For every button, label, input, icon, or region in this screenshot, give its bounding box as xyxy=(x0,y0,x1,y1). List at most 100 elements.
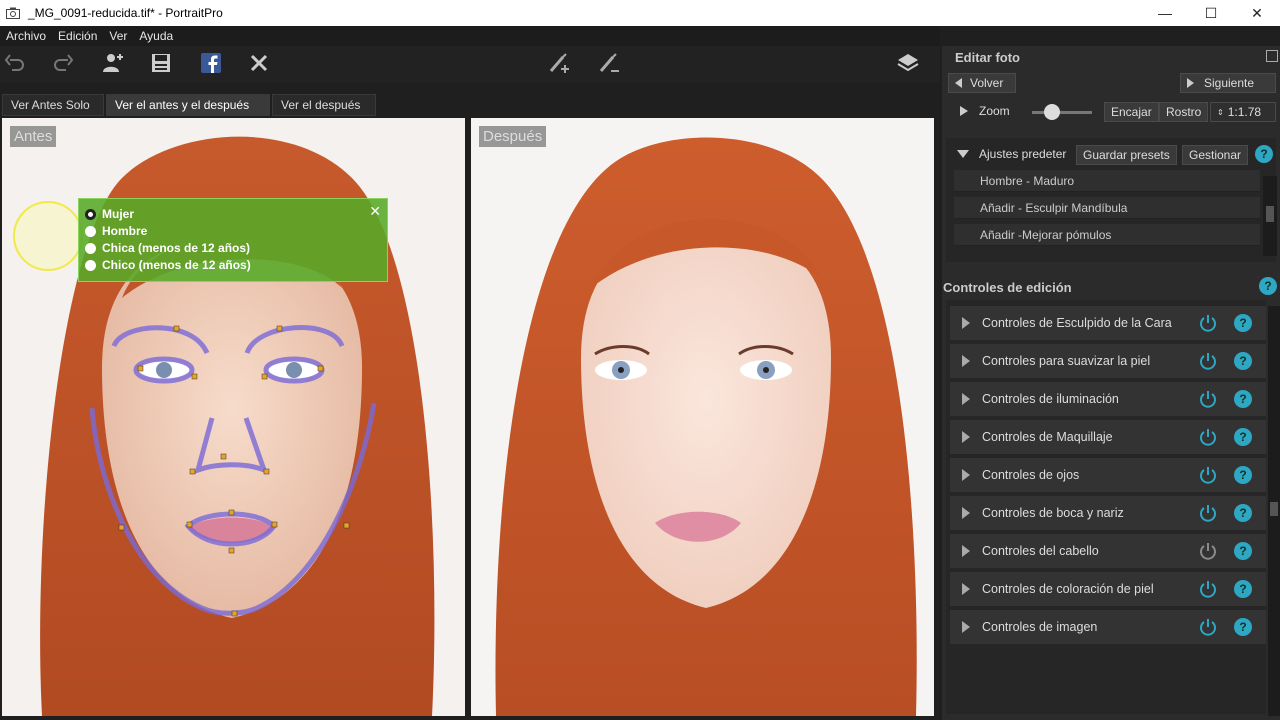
power-icon[interactable] xyxy=(1198,351,1218,371)
menu-bar: Archivo Edición Ver Ayuda xyxy=(0,26,940,46)
presets-expand-icon[interactable] xyxy=(957,150,969,158)
preset-item[interactable]: Añadir -Mejorar pómulos xyxy=(954,224,1260,246)
tab-after[interactable]: Ver el después xyxy=(272,94,376,116)
control-row[interactable]: Controles de ojos? xyxy=(950,458,1266,492)
control-label: Controles del cabello xyxy=(982,544,1099,558)
expand-arrow-icon xyxy=(962,355,970,367)
controls-scrollbar[interactable] xyxy=(1268,306,1280,716)
help-icon[interactable]: ? xyxy=(1234,504,1252,522)
control-row[interactable]: Controles para suavizar la piel? xyxy=(950,344,1266,378)
help-icon[interactable]: ? xyxy=(1234,428,1252,446)
tab-before-after[interactable]: Ver el antes y el después xyxy=(106,94,270,116)
panel-header: Editar foto xyxy=(955,50,1020,65)
close-image-icon[interactable] xyxy=(246,50,272,76)
arrow-right-icon xyxy=(1187,78,1194,88)
help-icon[interactable]: ? xyxy=(1234,390,1252,408)
minimize-button[interactable]: — xyxy=(1142,0,1188,26)
zoom-expand-icon[interactable] xyxy=(960,106,968,116)
power-icon[interactable] xyxy=(1198,541,1218,561)
power-icon[interactable] xyxy=(1198,579,1218,599)
menu-ayuda[interactable]: Ayuda xyxy=(133,29,179,43)
expand-arrow-icon xyxy=(962,621,970,633)
control-row[interactable]: Controles de iluminación? xyxy=(950,382,1266,416)
popup-option-chico[interactable]: Chico (menos de 12 años) xyxy=(85,258,251,272)
power-icon[interactable] xyxy=(1198,465,1218,485)
preset-item[interactable]: Hombre - Maduro xyxy=(954,170,1260,192)
after-viewer[interactable]: Después xyxy=(471,118,934,716)
control-label: Controles de Esculpido de la Cara xyxy=(982,316,1172,330)
control-label: Controles para suavizar la piel xyxy=(982,354,1151,368)
facebook-icon[interactable] xyxy=(198,50,224,76)
presets-help-icon[interactable]: ? xyxy=(1255,145,1273,163)
expand-arrow-icon xyxy=(962,393,970,405)
power-icon[interactable] xyxy=(1198,389,1218,409)
popup-close-button[interactable]: ✕ xyxy=(369,203,381,220)
radio-icon xyxy=(85,225,96,237)
control-label: Controles de ojos xyxy=(982,468,1080,482)
power-icon[interactable] xyxy=(1198,313,1218,333)
option-label: Chico (menos de 12 años) xyxy=(102,258,251,272)
power-icon[interactable] xyxy=(1198,503,1218,523)
controls-help-icon[interactable]: ? xyxy=(1259,277,1277,295)
fit-button[interactable]: Encajar xyxy=(1104,102,1159,122)
expand-arrow-icon xyxy=(962,507,970,519)
zoom-value-field[interactable]: ⇕ 1:1.78 xyxy=(1210,102,1276,122)
before-label: Antes xyxy=(10,126,57,147)
expand-arrow-icon xyxy=(962,431,970,443)
popup-option-mujer[interactable]: Mujer xyxy=(85,207,134,221)
save-icon[interactable] xyxy=(148,50,174,76)
popup-option-chica[interactable]: Chica (menos de 12 años) xyxy=(85,241,250,255)
help-icon[interactable]: ? xyxy=(1234,466,1252,484)
zoom-label: Zoom xyxy=(979,104,1010,118)
help-icon[interactable]: ? xyxy=(1234,352,1252,370)
add-person-icon[interactable] xyxy=(100,50,126,76)
menu-edicion[interactable]: Edición xyxy=(52,29,103,43)
arrow-left-icon xyxy=(955,78,962,88)
brush-add-icon[interactable] xyxy=(546,50,572,76)
view-tabs: Ver Antes Solo Ver el antes y el después… xyxy=(0,94,940,118)
presets-scrollbar[interactable] xyxy=(1263,176,1277,256)
control-label: Controles de Maquillaje xyxy=(982,430,1113,444)
help-icon[interactable]: ? xyxy=(1234,542,1252,560)
spinner-icon: ⇕ xyxy=(1217,107,1224,117)
popup-option-hombre[interactable]: Hombre xyxy=(85,224,147,238)
preset-item[interactable]: Añadir - Esculpir Mandíbula xyxy=(954,197,1260,219)
menu-archivo[interactable]: Archivo xyxy=(0,29,52,43)
panel-corner-icon[interactable] xyxy=(1266,50,1278,62)
control-row[interactable]: Controles de boca y nariz? xyxy=(950,496,1266,530)
control-row[interactable]: Controles de Esculpido de la Cara? xyxy=(950,306,1266,340)
back-button[interactable]: Volver xyxy=(948,73,1016,93)
presets-label: Ajustes predeter xyxy=(979,147,1067,161)
expand-arrow-icon xyxy=(962,469,970,481)
after-photo xyxy=(471,118,934,716)
manage-button[interactable]: Gestionar xyxy=(1182,145,1249,165)
help-icon[interactable]: ? xyxy=(1234,618,1252,636)
zoom-slider[interactable] xyxy=(1032,104,1092,120)
undo-icon[interactable] xyxy=(2,50,28,76)
maximize-button[interactable]: ☐ xyxy=(1188,0,1234,26)
after-label: Después xyxy=(479,126,547,147)
control-row[interactable]: Controles del cabello? xyxy=(950,534,1266,568)
control-row[interactable]: Controles de imagen? xyxy=(950,610,1266,644)
redo-icon[interactable] xyxy=(50,50,76,76)
face-button[interactable]: Rostro xyxy=(1159,102,1209,122)
radio-selected-icon xyxy=(85,208,96,220)
control-label: Controles de coloración de piel xyxy=(982,582,1154,596)
power-icon[interactable] xyxy=(1198,617,1218,637)
option-label: Hombre xyxy=(102,224,148,238)
control-row[interactable]: Controles de coloración de piel? xyxy=(950,572,1266,606)
help-icon[interactable]: ? xyxy=(1234,580,1252,598)
tab-before-only[interactable]: Ver Antes Solo xyxy=(2,94,104,116)
brush-remove-icon[interactable] xyxy=(596,50,622,76)
zoom-slider-thumb[interactable] xyxy=(1044,104,1060,120)
expand-arrow-icon xyxy=(962,545,970,557)
menu-ver[interactable]: Ver xyxy=(103,29,133,43)
next-button[interactable]: Siguiente xyxy=(1180,73,1276,93)
help-icon[interactable]: ? xyxy=(1234,314,1252,332)
power-icon[interactable] xyxy=(1198,427,1218,447)
layers-icon[interactable] xyxy=(895,50,921,76)
close-window-button[interactable]: ✕ xyxy=(1234,0,1280,26)
title-bar: _MG_0091-reducida.tif* - PortraitPro — ☐… xyxy=(0,0,1280,26)
control-row[interactable]: Controles de Maquillaje? xyxy=(950,420,1266,454)
save-presets-button[interactable]: Guardar presets xyxy=(1076,145,1177,165)
